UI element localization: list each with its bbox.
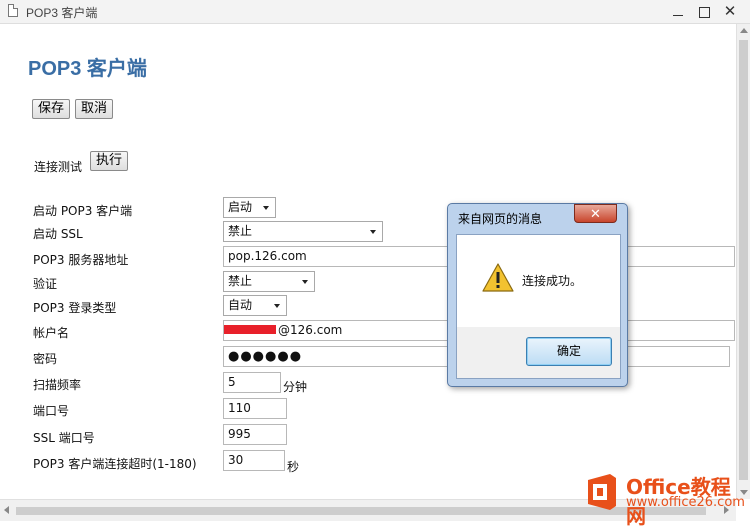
- scroll-up-icon[interactable]: [740, 28, 748, 33]
- window-title: POP3 客户端: [26, 6, 98, 20]
- chevron-down-icon: [263, 206, 269, 210]
- watermark: Office教程网 www.office26.com: [582, 468, 750, 528]
- timeout-input[interactable]: 30: [223, 450, 285, 471]
- chevron-down-icon: [274, 304, 280, 308]
- enable-ssl-label: 启动 SSL: [33, 227, 83, 241]
- scan-frequency-label: 扫描频率: [33, 378, 82, 392]
- auth-label: 验证: [33, 277, 58, 291]
- auth-select[interactable]: 禁止: [223, 271, 315, 292]
- message-dialog: 来自网页的消息 ✕ 连接成功。 确定: [447, 203, 628, 387]
- auth-value: 禁止: [228, 274, 253, 288]
- dialog-message: 连接成功。: [522, 274, 583, 288]
- enable-pop3-value: 启动: [228, 200, 253, 214]
- chevron-down-icon: [370, 230, 376, 234]
- password-label: 密码: [33, 352, 58, 366]
- scan-frequency-input[interactable]: 5: [223, 372, 281, 393]
- server-address-label: POP3 服务器地址: [33, 253, 129, 267]
- window-titlebar: POP3 客户端 ✕: [0, 0, 750, 24]
- dialog-close-button[interactable]: ✕: [574, 204, 617, 223]
- warning-icon: [482, 263, 514, 292]
- scroll-left-icon[interactable]: [4, 506, 9, 514]
- cancel-button[interactable]: 取消: [75, 99, 114, 119]
- vertical-scrollbar[interactable]: [736, 24, 750, 499]
- office-logo-icon: [588, 474, 616, 510]
- save-button[interactable]: 保存: [32, 99, 71, 119]
- watermark-url: www.office26.com: [626, 495, 745, 510]
- chevron-down-icon: [302, 280, 308, 284]
- minimize-button[interactable]: [666, 2, 690, 22]
- ssl-port-input[interactable]: 995: [223, 424, 287, 445]
- enable-pop3-label: 启动 POP3 客户端: [33, 204, 133, 218]
- scan-frequency-unit: 分钟: [283, 380, 308, 394]
- close-window-button[interactable]: ✕: [718, 2, 742, 22]
- redaction-mark: [224, 325, 276, 334]
- execute-button[interactable]: 执行: [90, 151, 129, 171]
- login-type-value: 自动: [228, 298, 253, 312]
- timeout-unit: 秒: [287, 460, 300, 474]
- dialog-title: 来自网页的消息: [458, 212, 543, 226]
- account-label: 帐户名: [33, 326, 70, 340]
- page-title: POP3 客户端: [28, 58, 147, 80]
- connection-test-label: 连接测试: [34, 160, 83, 174]
- enable-pop3-select[interactable]: 启动: [223, 197, 276, 218]
- ok-button[interactable]: 确定: [526, 337, 612, 366]
- vertical-scroll-thumb[interactable]: [739, 40, 748, 480]
- document-icon: [8, 4, 18, 17]
- port-label: 端口号: [33, 404, 70, 418]
- enable-ssl-value: 禁止: [228, 224, 253, 238]
- login-type-select[interactable]: 自动: [223, 295, 287, 316]
- enable-ssl-select[interactable]: 禁止: [223, 221, 383, 242]
- timeout-label: POP3 客户端连接超时(1-180): [33, 457, 197, 471]
- ssl-port-label: SSL 端口号: [33, 431, 95, 445]
- maximize-button[interactable]: [692, 2, 716, 22]
- login-type-label: POP3 登录类型: [33, 301, 117, 315]
- port-input[interactable]: 110: [223, 398, 287, 419]
